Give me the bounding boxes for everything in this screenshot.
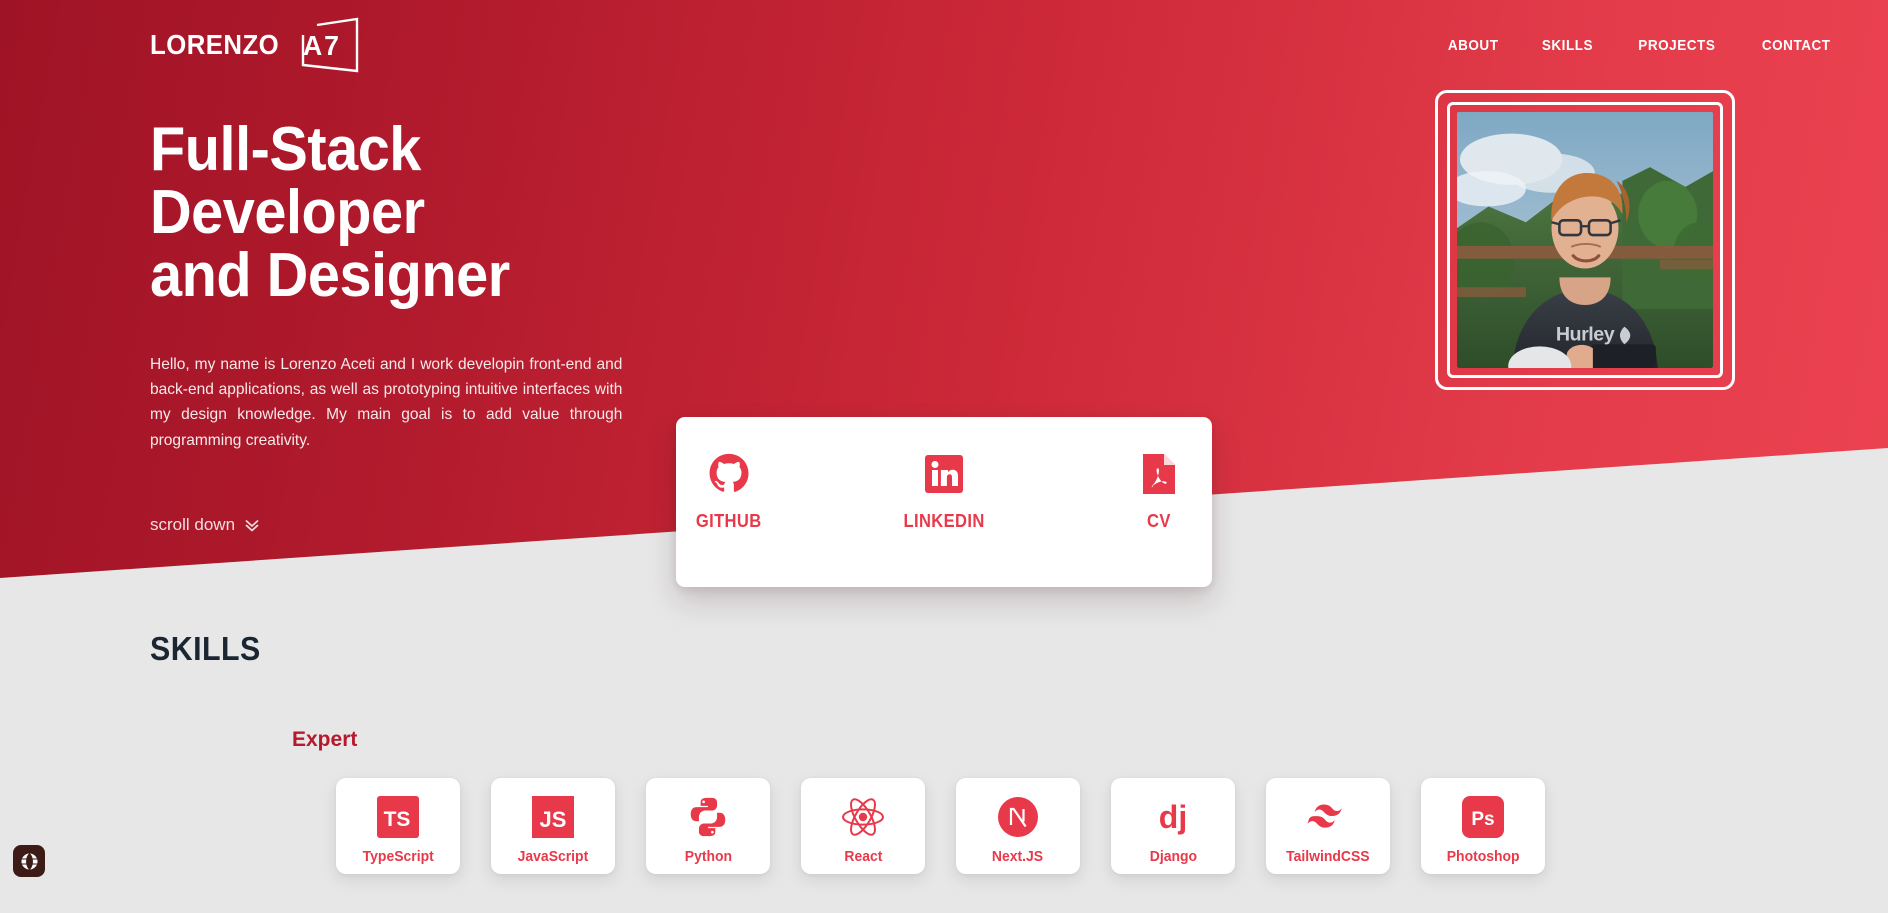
hero-title-line-1: Full-Stack Developer <box>150 115 425 248</box>
top-navigation: LORENZO A7 ABOUT SKILLS PROJECTS CONTACT <box>0 0 1888 90</box>
svg-text:TS: TS <box>384 808 411 831</box>
skills-section-title: SKILLS <box>150 630 261 667</box>
social-label-github: GITHUB <box>695 511 762 531</box>
profile-photo-frame: Hurley <box>1435 90 1735 390</box>
github-icon <box>708 451 750 497</box>
svg-text:dj: dj <box>1159 799 1187 835</box>
skills-level-label: Expert <box>292 728 358 751</box>
skill-card-javascript[interactable]: JS JavaScript <box>491 778 615 874</box>
nextjs-icon <box>997 794 1039 840</box>
nav-item-projects[interactable]: PROJECTS <box>1638 37 1715 54</box>
skill-card-photoshop[interactable]: Ps Photoshop <box>1421 778 1545 874</box>
skill-card-django[interactable]: dj Django <box>1111 778 1235 874</box>
globe-icon <box>19 851 39 871</box>
pdf-file-icon <box>1141 451 1177 497</box>
logo-a7-text: A7 <box>303 30 342 61</box>
page-title: Full-Stack Developer and Designer <box>150 118 643 308</box>
hero-paragraph: Hello, my name is Lorenzo Aceti and I wo… <box>150 355 623 449</box>
skill-card-typescript[interactable]: TS TypeScript <box>336 778 460 874</box>
scroll-down-label: scroll down <box>150 514 236 534</box>
react-icon <box>840 794 886 840</box>
skill-label-python: Python <box>684 848 732 865</box>
svg-text:JS: JS <box>540 807 567 832</box>
profile-photo-inner-frame: Hurley <box>1447 102 1723 378</box>
logo-wordmark: LORENZO <box>150 29 280 60</box>
skill-label-javascript: JavaScript <box>517 848 589 865</box>
skill-label-typescript: TypeScript <box>362 848 434 865</box>
svg-text:Ps: Ps <box>1471 809 1494 830</box>
site-logo[interactable]: LORENZO A7 <box>150 17 371 73</box>
logo-bracket-mark: A7 <box>297 17 371 73</box>
translate-widget-button[interactable] <box>13 845 45 877</box>
avatar: Hurley <box>1457 112 1713 368</box>
skill-card-nextjs[interactable]: Next.JS <box>956 778 1080 874</box>
social-link-cv[interactable]: CV <box>1107 451 1212 532</box>
skill-card-python[interactable]: Python <box>646 778 770 874</box>
chevron-double-down-icon <box>245 519 259 532</box>
skill-label-react: React <box>843 848 882 865</box>
typescript-icon: TS <box>377 794 419 840</box>
hero-title-line-2: and Designer <box>150 241 510 311</box>
python-icon <box>687 794 729 840</box>
skills-section: SKILLS Expert TS TypeScript JS JavaScrip… <box>0 630 1888 874</box>
skill-label-photoshop: Photoshop <box>1446 848 1520 865</box>
skill-label-tailwindcss: TailwindCSS <box>1286 848 1370 865</box>
skill-card-tailwindcss[interactable]: TailwindCSS <box>1266 778 1390 874</box>
social-link-linkedin[interactable]: LINKEDIN <box>891 451 996 532</box>
skill-label-django: Django <box>1149 848 1197 865</box>
hero-text-block: Full-Stack Developer and Designer Hello,… <box>150 118 680 535</box>
nav-item-skills[interactable]: SKILLS <box>1542 37 1593 54</box>
photoshop-icon: Ps <box>1462 794 1504 840</box>
nav-links: ABOUT SKILLS PROJECTS CONTACT <box>1445 37 1834 54</box>
social-link-github[interactable]: GITHUB <box>676 451 781 532</box>
django-icon: dj <box>1151 794 1195 840</box>
linkedin-icon <box>924 451 964 497</box>
portrait-photo-image: Hurley <box>1457 112 1713 368</box>
skills-card-row: TS TypeScript JS JavaScript Python React… <box>336 778 1888 874</box>
svg-text:Hurley: Hurley <box>1556 323 1615 345</box>
social-label-cv: CV <box>1147 511 1172 531</box>
scroll-down-button[interactable]: scroll down <box>150 515 680 535</box>
nav-item-contact[interactable]: CONTACT <box>1761 37 1830 54</box>
skill-card-react[interactable]: React <box>801 778 925 874</box>
nav-item-about[interactable]: ABOUT <box>1447 37 1498 54</box>
skill-label-nextjs: Next.JS <box>992 848 1044 865</box>
social-label-linkedin: LINKEDIN <box>903 511 985 531</box>
javascript-icon: JS <box>532 794 574 840</box>
social-links-card: GITHUB LINKEDIN CV <box>676 417 1212 587</box>
tailwindcss-icon <box>1305 794 1351 840</box>
page-root: LORENZO A7 ABOUT SKILLS PROJECTS CONTACT… <box>0 0 1888 913</box>
